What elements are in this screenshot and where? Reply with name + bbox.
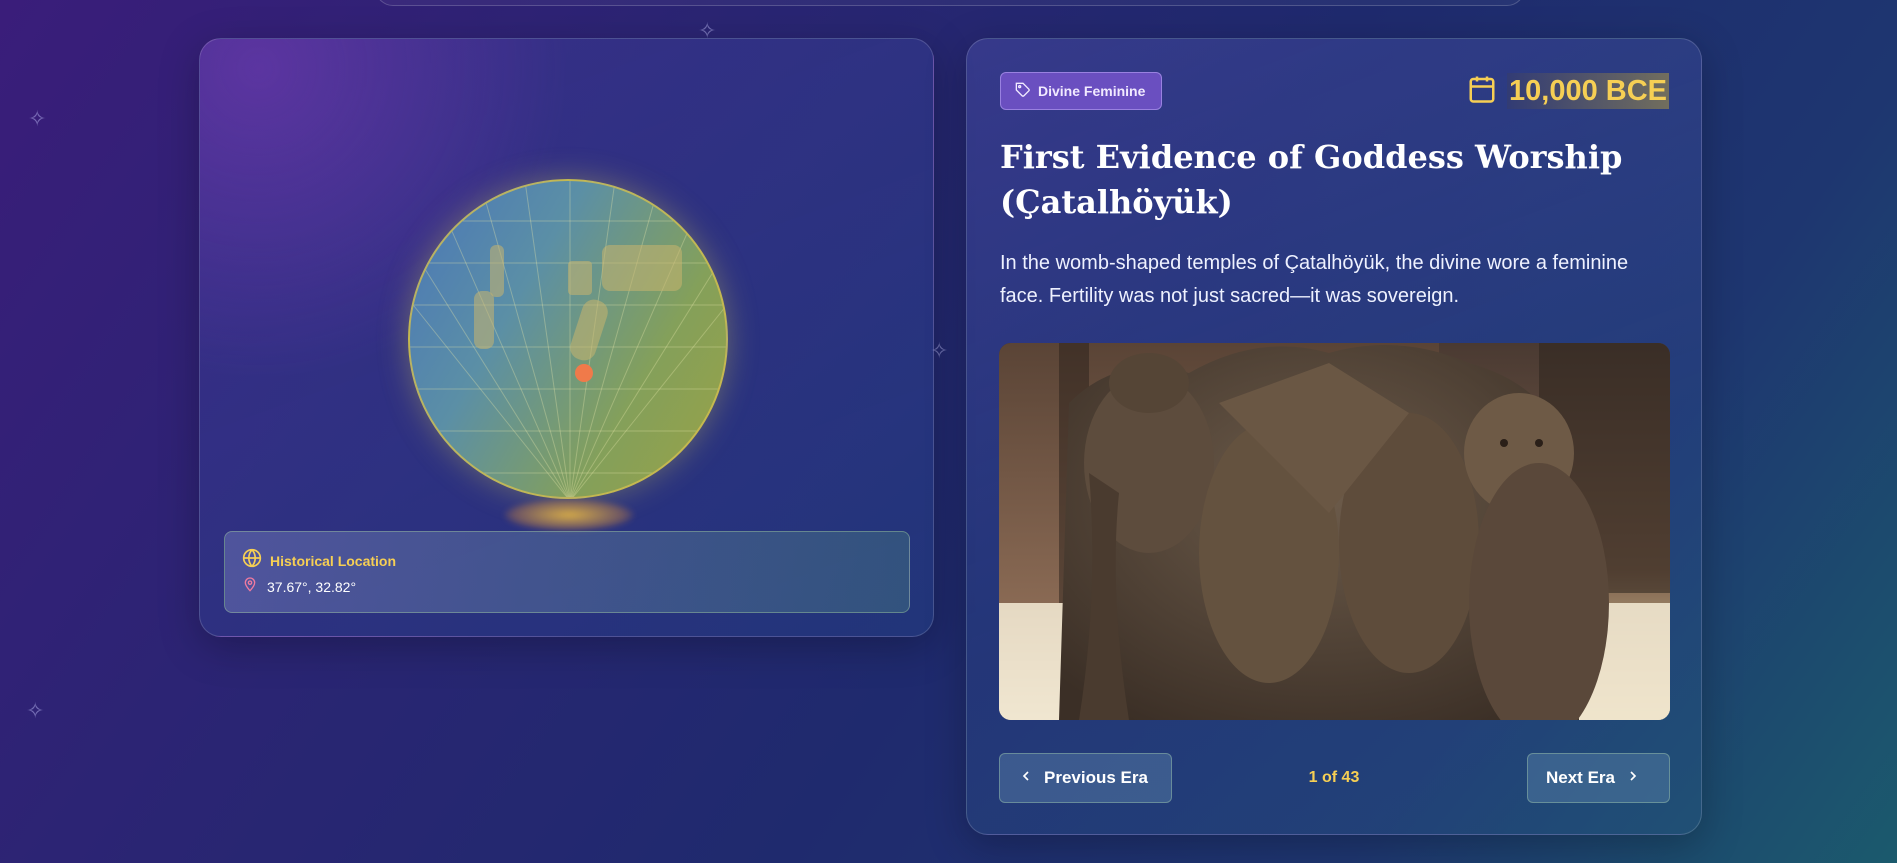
- globe-visual[interactable]: [408, 179, 730, 531]
- location-title: Historical Location: [270, 552, 397, 569]
- map-card: Historical Location 37.67°, 32.82°: [199, 38, 934, 637]
- calendar-icon: [1467, 74, 1497, 109]
- chevron-right-icon: [1625, 768, 1641, 789]
- location-coordinates: 37.67°, 32.82°: [267, 578, 357, 595]
- category-label: Divine Feminine: [1038, 83, 1146, 99]
- sparkle-icon: ✧: [28, 106, 47, 131]
- top-panel-edge: [375, 0, 1525, 6]
- tag-icon: [1015, 82, 1031, 101]
- map-pin-icon: [242, 576, 258, 597]
- globe-base-glow: [504, 499, 634, 531]
- sparkle-icon: ✧: [26, 698, 45, 723]
- artifact-photo: [999, 343, 1670, 720]
- globe-grid: [410, 181, 726, 497]
- globe-icon: [242, 548, 262, 573]
- historical-location-panel: Historical Location 37.67°, 32.82°: [224, 531, 910, 613]
- category-badge[interactable]: Divine Feminine: [1000, 72, 1163, 110]
- event-title: First Evidence of Goddess Worship (Çatal…: [1000, 138, 1623, 221]
- event-description: In the womb-shaped temples of Çatalhöyük…: [1000, 252, 1629, 307]
- event-date: 10,000 BCE: [1467, 73, 1669, 109]
- date-text: 10,000 BCE: [1507, 73, 1669, 109]
- location-pin-marker: [575, 364, 593, 382]
- globe: [408, 179, 728, 499]
- event-card: Divine Feminine 10,000 BCE First Evidenc…: [966, 38, 1702, 835]
- next-era-button[interactable]: Next Era: [1527, 753, 1670, 803]
- next-era-label: Next Era: [1546, 768, 1615, 787]
- artifact-image: [999, 343, 1670, 720]
